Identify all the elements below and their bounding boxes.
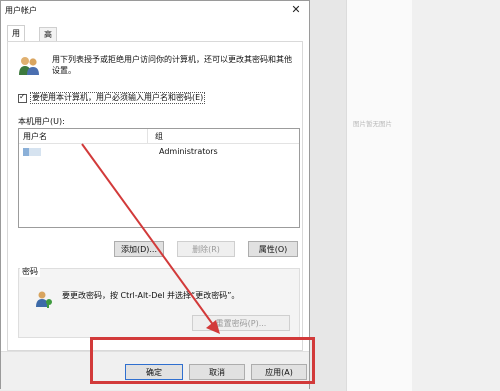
window-title: 用户帐户 — [5, 6, 37, 15]
password-group-title: 密码 — [20, 266, 40, 277]
users-list-label: 本机用户(U): — [18, 117, 65, 126]
reset-password-button[interactable]: 重置密码(P)... — [192, 315, 290, 331]
user-name-cell — [43, 147, 133, 157]
title-bar: 用户帐户 ✕ — [1, 1, 309, 21]
properties-button[interactable]: 属性(O) — [248, 241, 298, 257]
require-login-row[interactable]: 要使用本计算机，用户必须输入用户名和密码(E) — [18, 92, 206, 104]
password-instructions: 要更改密码，按 Ctrl-Alt-Del 并选择“更改密码”。 — [62, 291, 240, 300]
background-panel — [412, 0, 500, 391]
column-divider — [147, 129, 148, 143]
user-accounts-dialog: 用户帐户 ✕ 用户 高级 用下列表授予或拒绝用户访问你的计算机，还可以更改其密码… — [0, 0, 310, 390]
users-tab-panel: 用下列表授予或拒绝用户访问你的计算机，还可以更改其密码和其他设置。 要使用本计算… — [7, 41, 303, 351]
image-placeholder-text: 图片暂无图片 — [353, 120, 392, 128]
tab-advanced[interactable]: 高级 — [39, 27, 57, 53]
side-panel: 图片暂无图片 — [346, 0, 414, 391]
column-header-username[interactable]: 用户名 — [23, 131, 47, 142]
list-header: 用户名 组 — [19, 129, 299, 144]
highlight-box — [90, 337, 315, 384]
table-row[interactable]: Administrators — [19, 145, 299, 159]
require-login-label[interactable]: 要使用本计算机，用户必须输入用户名和密码(E) — [30, 92, 206, 104]
users-list[interactable]: 用户名 组 Administrators — [18, 128, 300, 228]
key-user-icon — [36, 291, 52, 308]
close-icon[interactable]: ✕ — [289, 3, 303, 17]
users-icon — [19, 57, 39, 75]
intro-text: 用下列表授予或拒绝用户访问你的计算机，还可以更改其密码和其他设置。 — [52, 55, 292, 75]
user-group-cell: Administrators — [159, 147, 218, 156]
tab-users[interactable]: 用户 — [7, 25, 25, 54]
add-user-button[interactable]: 添加(D)... — [114, 241, 164, 257]
require-login-checkbox[interactable] — [18, 92, 27, 103]
user-icon — [23, 148, 41, 156]
remove-user-button[interactable]: 删除(R) — [177, 241, 235, 257]
column-header-group[interactable]: 组 — [155, 131, 163, 142]
